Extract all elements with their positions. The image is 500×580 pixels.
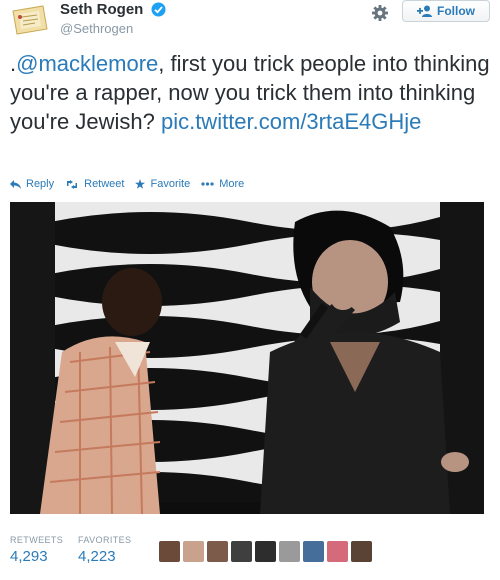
star-icon bbox=[135, 179, 146, 189]
favorites-count: 4,223 bbox=[78, 548, 116, 565]
retweeter-avatar[interactable] bbox=[159, 541, 180, 562]
tweet-actions: Reply Retweet Favorite More bbox=[10, 177, 255, 191]
more-label: More bbox=[219, 178, 245, 190]
more-icon bbox=[201, 182, 214, 186]
retweeter-avatar[interactable] bbox=[327, 541, 348, 562]
avatar[interactable] bbox=[9, 3, 51, 37]
user-info[interactable]: Seth Rogen @Sethrogen bbox=[60, 1, 166, 36]
retweets-stat[interactable]: RETWEETS 4,293 bbox=[10, 535, 63, 565]
retweets-label: RETWEETS bbox=[10, 535, 64, 545]
favorite-label: Favorite bbox=[150, 178, 191, 190]
add-user-icon bbox=[417, 5, 433, 17]
retweeter-avatar[interactable] bbox=[231, 541, 252, 562]
tweet-card: Seth Rogen @Sethrogen Follow .@macklemor… bbox=[0, 0, 500, 580]
retweeter-avatar[interactable] bbox=[279, 541, 300, 562]
retweeter-avatar[interactable] bbox=[207, 541, 228, 562]
retweets-count: 4,293 bbox=[10, 548, 48, 565]
display-name[interactable]: Seth Rogen bbox=[60, 1, 143, 18]
favorites-stat[interactable]: FAVORITES 4,223 bbox=[78, 535, 131, 565]
more-button[interactable]: More bbox=[201, 178, 244, 190]
retweeter-avatar[interactable] bbox=[183, 541, 204, 562]
reply-button[interactable]: Reply bbox=[10, 178, 54, 190]
reply-icon bbox=[10, 179, 21, 189]
favorite-button[interactable]: Favorite bbox=[135, 178, 190, 190]
retweeter-avatar[interactable] bbox=[351, 541, 372, 562]
retweeter-avatars bbox=[159, 541, 375, 562]
retweet-button[interactable]: Retweet bbox=[65, 178, 124, 190]
retweeter-avatar[interactable] bbox=[303, 541, 324, 562]
retweeter-avatar[interactable] bbox=[255, 541, 276, 562]
follow-button[interactable]: Follow bbox=[402, 0, 490, 22]
follow-label: Follow bbox=[437, 4, 475, 18]
retweet-icon bbox=[67, 179, 78, 189]
verified-badge-icon bbox=[151, 2, 166, 17]
favorites-label: FAVORITES bbox=[78, 535, 132, 545]
gear-icon[interactable] bbox=[371, 4, 389, 22]
media-link[interactable]: pic.twitter.com/3rtaE4GHje bbox=[161, 109, 421, 134]
tweet-photo[interactable] bbox=[10, 202, 484, 514]
mention-link[interactable]: @macklemore bbox=[16, 51, 158, 76]
reply-label: Reply bbox=[26, 178, 55, 190]
tweet-text: .@macklemore, first you trick people int… bbox=[10, 49, 492, 136]
user-handle[interactable]: @Sethrogen bbox=[60, 21, 166, 36]
retweet-label: Retweet bbox=[84, 178, 125, 190]
